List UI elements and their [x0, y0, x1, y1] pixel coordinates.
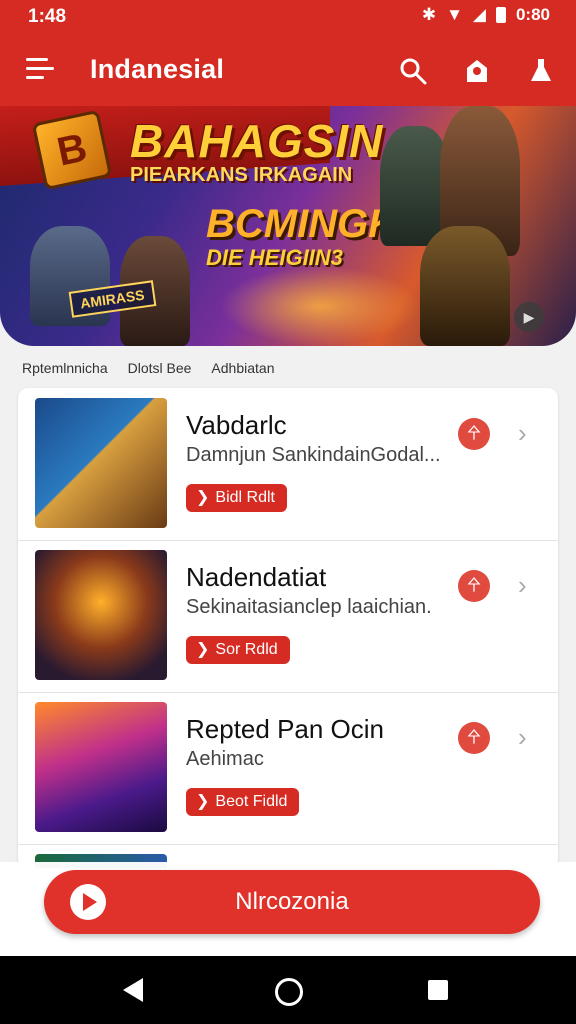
banner-subtitle: PIEARKANS IRKAGAIN — [130, 164, 353, 186]
recent-apps-icon[interactable] — [428, 980, 448, 1000]
game-title: Nadendatiat — [186, 562, 327, 592]
home-icon[interactable] — [275, 978, 303, 1006]
status-time: 1:48 — [28, 6, 67, 27]
banner-title: BAHAGSIN — [130, 115, 384, 167]
game-description: Aehimac — [186, 748, 264, 770]
store-icon[interactable] — [462, 56, 492, 86]
navigation-bar — [0, 956, 576, 1024]
download-icon[interactable]: 㐃 — [458, 418, 490, 450]
banner-logo-bottom: DIE HEIGIIN3 — [206, 245, 343, 270]
cta-label: Nlrcozonia — [235, 888, 349, 915]
game-title: Vabdarlc — [186, 410, 287, 440]
download-icon[interactable]: 㐃 — [458, 570, 490, 602]
cta-button[interactable]: Nlrcozonia — [44, 870, 540, 934]
chevron-right-icon[interactable]: › — [518, 418, 527, 449]
back-icon[interactable] — [123, 978, 143, 1002]
app-bar: Indanesial — [0, 36, 576, 106]
filter-tab[interactable]: Adhbiatan — [211, 360, 274, 376]
potion-icon[interactable] — [526, 56, 556, 86]
status-icons: ✱ ▼ ◢ 0:80 — [422, 5, 550, 25]
banner-logo: BCMINGK DIE HEIGIIN3 — [206, 202, 398, 282]
game-thumbnail — [35, 398, 167, 528]
list-item[interactable]: Nadendatiat Sekinaitasianclep laaichian.… — [18, 540, 558, 693]
play-button-label: Beot Fidld — [215, 793, 288, 810]
game-description: Damnjun SankindainGodal... — [186, 444, 441, 466]
play-button-label: Bidl Rdlt — [215, 489, 275, 506]
status-bar: 1:48 ✱ ▼ ◢ 0:80 — [0, 0, 576, 36]
filter-tabs: Rptemlnnicha Dlotsl Bee Adhbiatan — [22, 360, 274, 376]
game-list: Vabdarlc Damnjun SankindainGodal... ❯ Bid… — [18, 388, 558, 868]
banner-play-icon[interactable]: ▶ — [514, 302, 544, 332]
game-thumbnail — [35, 550, 167, 680]
signal-icon: ◢ — [472, 5, 486, 24]
search-icon[interactable] — [398, 56, 428, 86]
arrow-right-icon: ❯ — [196, 641, 210, 658]
banner-character — [420, 226, 510, 346]
promo-banner[interactable]: B BAHAGSIN PIEARKANS IRKAGAIN BCMINGK DI… — [0, 106, 576, 346]
wifi-icon: ▼ — [446, 5, 463, 24]
arrow-right-icon: ❯ — [196, 793, 210, 810]
menu-icon[interactable] — [26, 58, 54, 84]
filter-tab[interactable]: Rptemlnnicha — [22, 360, 108, 376]
play-button[interactable]: ❯ Beot Fidld — [186, 788, 300, 816]
list-item[interactable]: Repted Pan Ocin Aehimac ❯ Beot Fidld 㐃 › — [18, 692, 558, 845]
game-title: Repted Pan Ocin — [186, 714, 385, 744]
download-icon[interactable]: 㐃 — [458, 722, 490, 754]
banner-logo-top: BCMINGK — [206, 202, 398, 246]
play-button[interactable]: ❯ Bidl Rdlt — [186, 484, 287, 512]
filter-tab[interactable]: Dlotsl Bee — [128, 360, 192, 376]
chevron-right-icon[interactable]: › — [518, 570, 527, 601]
app-title: Indanesial — [90, 54, 225, 84]
banner-shield-icon: B — [31, 109, 113, 191]
arrow-right-icon: ❯ — [196, 489, 210, 506]
battery-icon — [495, 7, 506, 23]
game-thumbnail — [35, 702, 167, 832]
game-description: Sekinaitasianclep laaichian. — [186, 596, 432, 618]
play-button[interactable]: ❯ Sor Rdld — [186, 636, 290, 664]
bluetooth-icon: ✱ — [421, 5, 437, 24]
chevron-right-icon[interactable]: › — [518, 722, 527, 753]
status-clock: 0:80 — [515, 5, 550, 24]
play-button-label: Sor Rdld — [215, 641, 278, 658]
list-item[interactable]: Vabdarlc Damnjun SankindainGodal... ❯ Bid… — [18, 388, 558, 541]
